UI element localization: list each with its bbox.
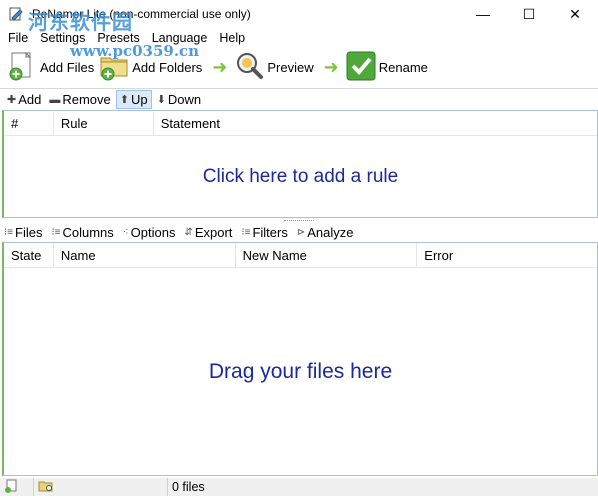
drop-files-hint: Drag your files here <box>208 360 393 383</box>
columns-menu-label: Columns <box>62 224 114 240</box>
files-header: State Name New Name Error <box>4 242 597 268</box>
add-files-label: Add Files <box>40 59 95 75</box>
rules-toolbar: ✚ Add ▬ Remove ⬆ Up ⬇ Down <box>0 88 598 110</box>
preview-label: Preview <box>267 59 314 75</box>
close-button[interactable]: ✕ <box>552 0 598 28</box>
add-rule-hint[interactable]: Click here to add a rule <box>4 166 597 188</box>
analyze-menu-label: Analyze <box>307 224 354 240</box>
rename-button[interactable]: Rename <box>345 50 428 84</box>
plus-icon: ✚ <box>7 94 17 106</box>
remove-rule-label: Remove <box>62 92 111 107</box>
menu-file[interactable]: File <box>2 31 34 45</box>
maximize-button[interactable]: ☐ <box>506 0 552 28</box>
column-header-new-name[interactable]: New Name <box>236 242 418 268</box>
filters-menu-button[interactable]: ⁝≡ Filters <box>241 225 287 240</box>
analyze-menu-button[interactable]: ⊳ Analyze <box>297 225 354 240</box>
magnifier-icon <box>233 50 265 85</box>
status-file-count: 0 files <box>168 478 598 496</box>
column-header-number[interactable]: # <box>4 110 54 136</box>
remove-rule-button[interactable]: ▬ Remove <box>46 91 113 108</box>
app-icon <box>8 6 24 22</box>
add-files-button[interactable]: Add Files <box>6 50 94 84</box>
file-count-text: 0 files <box>172 480 205 494</box>
add-rule-label: Add <box>18 92 42 107</box>
files-menu-label: Files <box>15 224 43 240</box>
main-toolbar: Add Files Add Folders ➜ Preview ➜ Rename <box>0 48 598 86</box>
minimize-button[interactable]: — <box>460 0 506 28</box>
minimize-icon: — <box>476 6 490 22</box>
add-folders-button[interactable]: Add Folders <box>98 50 202 84</box>
files-list[interactable]: State Name New Name Error Drag your file… <box>2 242 598 476</box>
add-files-icon <box>6 50 38 85</box>
move-down-label: Down <box>167 92 202 107</box>
column-header-rule[interactable]: Rule <box>54 110 154 136</box>
menu-help[interactable]: Help <box>213 31 251 45</box>
checkmark-icon <box>345 50 377 85</box>
maximize-icon: ☐ <box>522 5 536 22</box>
menu-presets[interactable]: Presets <box>91 31 145 45</box>
folder-search-icon <box>38 479 54 496</box>
columns-menu-button[interactable]: ⁝≡ Columns <box>51 225 113 240</box>
add-folders-label: Add Folders <box>132 59 203 75</box>
menu-bar: File Settings Presets Language Help <box>0 28 598 48</box>
column-header-statement[interactable]: Statement <box>154 111 597 136</box>
arrow-up-icon: ⬆ <box>119 94 129 106</box>
menu-language[interactable]: Language <box>146 31 214 45</box>
rename-label: Rename <box>378 59 428 75</box>
options-menu-label: Options <box>130 224 176 240</box>
files-toolbar: ⁝≡ Files ⁝≡ Columns ⁖ Options ⇵ Export ⁝… <box>0 222 598 242</box>
export-menu-label: Export <box>194 224 233 240</box>
minus-icon: ▬ <box>49 93 61 106</box>
columns-icon: ⁝≡ <box>51 226 61 238</box>
move-up-label: Up <box>131 92 148 107</box>
column-header-error[interactable]: Error <box>417 243 597 268</box>
export-icon: ⇵ <box>184 226 193 238</box>
files-icon: ⁝≡ <box>4 226 14 238</box>
menu-settings[interactable]: Settings <box>34 31 91 45</box>
export-menu-button[interactable]: ⇵ Export <box>184 225 232 240</box>
status-add-folder-button[interactable] <box>34 478 168 496</box>
close-icon: ✕ <box>569 5 581 22</box>
status-add-file-button[interactable] <box>0 478 34 496</box>
filters-menu-label: Filters <box>252 224 288 240</box>
arrow-right-icon: ➜ <box>323 56 339 77</box>
rules-list[interactable]: # Rule Statement Click here to add a rul… <box>2 110 598 218</box>
column-header-name[interactable]: Name <box>54 242 236 268</box>
options-icon: ⁖ <box>122 226 129 238</box>
move-down-button[interactable]: ⬇ Down <box>154 91 204 108</box>
add-rule-button[interactable]: ✚ Add <box>4 91 44 108</box>
add-folders-icon <box>98 50 130 85</box>
move-up-button[interactable]: ⬆ Up <box>115 90 152 109</box>
filters-icon: ⁝≡ <box>241 226 251 238</box>
status-bar: 0 files <box>0 478 598 496</box>
analyze-icon: ⊳ <box>296 226 306 238</box>
files-menu-button[interactable]: ⁝≡ Files <box>4 225 42 240</box>
column-header-state[interactable]: State <box>4 242 54 268</box>
arrow-right-icon: ➜ <box>212 56 228 77</box>
new-file-icon <box>4 479 18 496</box>
window-title: ReNamer Lite (non-commercial use only) <box>32 7 251 21</box>
preview-button[interactable]: Preview <box>233 50 314 85</box>
rules-header: # Rule Statement <box>4 110 597 136</box>
options-menu-button[interactable]: ⁖ Options <box>123 225 176 240</box>
arrow-down-icon: ⬇ <box>156 94 166 106</box>
title-bar: ReNamer Lite (non-commercial use only) —… <box>0 0 598 28</box>
